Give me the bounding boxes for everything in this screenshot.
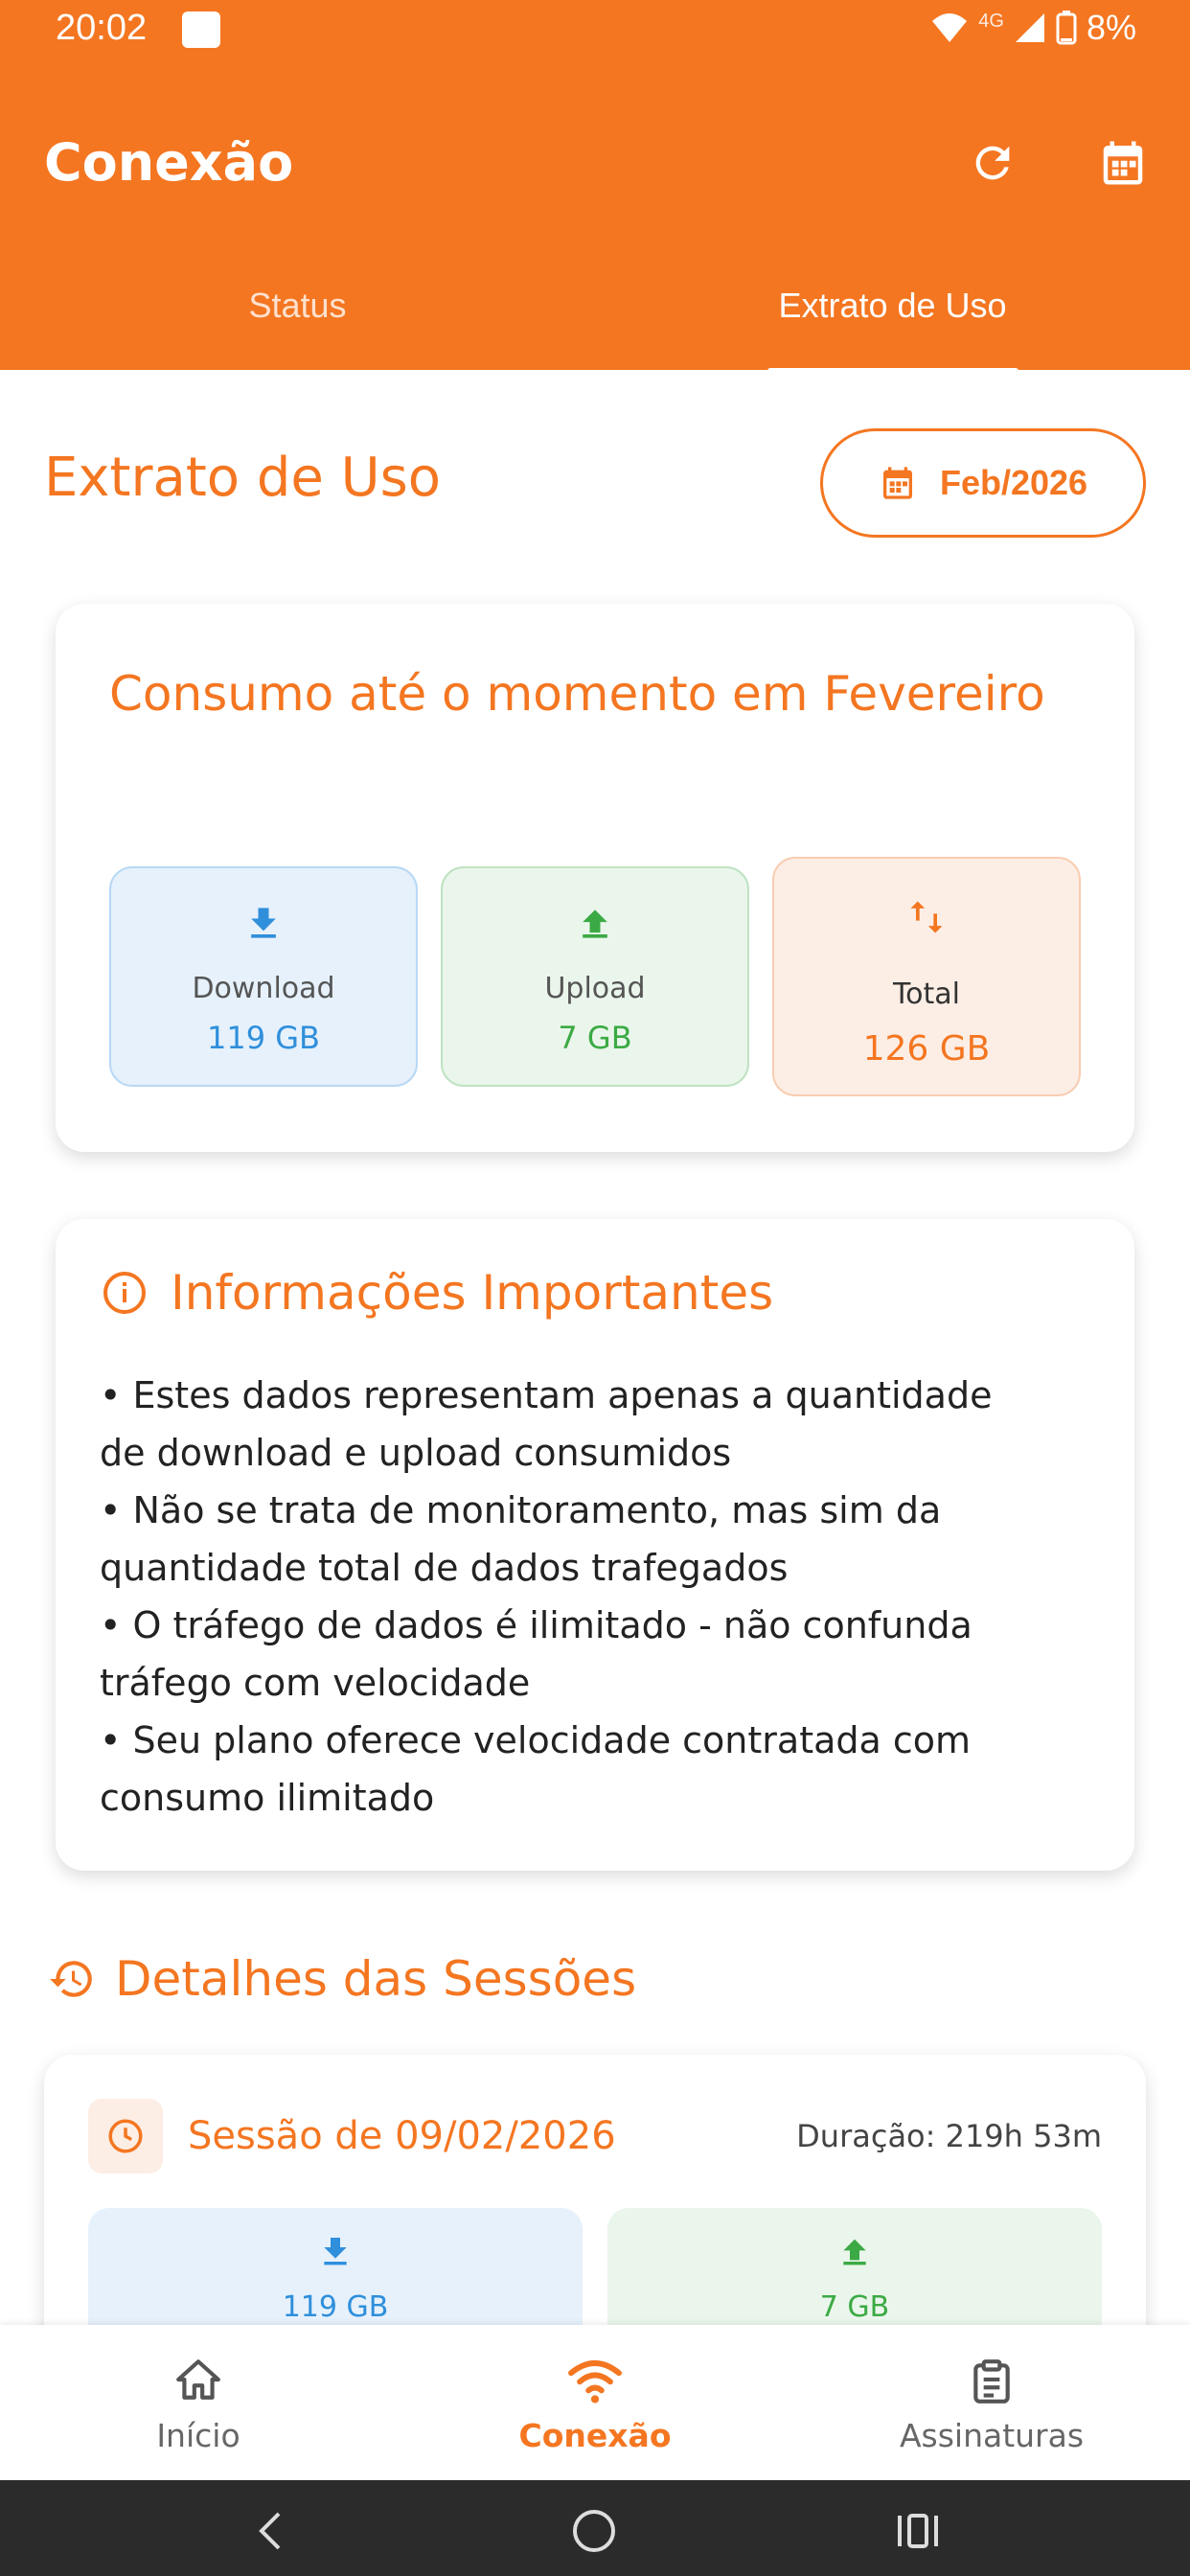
section-heading: Extrato de Uso [44,447,442,509]
recents-button[interactable] [889,2507,947,2555]
status-time: 20:02 [56,8,148,48]
session-upload-value: 7 GB [819,2290,890,2324]
upload-stat: Upload 7 GB [441,866,749,1087]
back-icon [259,2512,281,2550]
total-stat: Total 126 GB [772,857,1081,1096]
total-value: 126 GB [862,1029,991,1069]
download-stat: Download 119 GB [109,866,418,1087]
page-title: Conexão [44,132,294,193]
status-indicators: 4G 8% [930,8,1136,48]
sessions-title: Detalhes das Sessões [115,1951,637,2007]
calendar-icon [882,467,912,499]
wifi-icon [568,2360,622,2404]
download-label: Download [192,972,335,1005]
app-header: 20:02 4G 8% Conexão Status Extrato de Us… [0,0,1190,374]
nav-label-inicio: Início [156,2417,240,2454]
session-date: Sessão de 09/02/2026 [188,2114,616,2158]
status-bar: 20:02 4G 8% [0,0,1190,59]
download-icon [324,2238,347,2266]
calendar-icon [1103,141,1143,185]
info-header: Informações Importantes [102,1265,773,1321]
info-line: • O tráfego de dados é ilimitado - não c… [100,1604,973,1646]
back-button[interactable] [241,2507,299,2555]
consumption-card: Consumo até o momento em Fevereiro Downl… [56,604,1134,1152]
history-icon [50,1961,92,1997]
battery-level: 8% [1086,8,1136,47]
info-line: consumo ilimitado [100,1777,435,1819]
info-list: • Estes dados representam apenas a quant… [100,1367,1106,1827]
home-icon [176,2359,220,2400]
month-selector-button[interactable]: Feb/2026 [820,428,1146,538]
wifi-status-icon [932,13,968,42]
download-icon [251,908,276,938]
info-line: tráfego com velocidade [100,1662,531,1704]
tab-bar: Status Extrato de Uso [0,268,1190,374]
download-value: 119 GB [207,1020,320,1056]
home-button[interactable] [565,2507,623,2555]
info-icon [103,1272,146,1314]
upload-icon [583,909,607,938]
clipboard-icon [973,2359,1010,2404]
info-line: • Estes dados representam apenas a quant… [100,1374,993,1416]
info-title: Informações Importantes [171,1265,774,1321]
app-screen: 20:02 4G 8% Conexão Status Extrato de Us… [0,0,1190,2576]
refresh-button[interactable] [962,132,1023,194]
session-download-value: 119 GB [282,2290,389,2324]
info-line: • Seu plano oferece velocidade contratad… [100,1719,972,1761]
month-label: Feb/2026 [939,463,1088,502]
nav-item-conexao[interactable]: Conexão [397,2325,793,2480]
calendar-button[interactable] [1092,132,1154,194]
nav-item-inicio[interactable]: Início [0,2325,397,2480]
sessions-heading: Detalhes das Sessões [48,1951,636,2007]
upload-value: 7 GB [558,1020,632,1056]
tab-extrato-de-uso[interactable]: Extrato de Uso [595,268,1190,374]
signal-icon [1015,13,1044,42]
info-line: de download e upload consumidos [100,1432,732,1474]
session-duration: Duração: 219h 53m [796,2118,1102,2154]
swap-vertical-icon [910,901,943,933]
home-circle-icon [573,2510,615,2552]
bottom-navigation: Início Conexão Assinaturas [0,2325,1190,2480]
session-icon-box [88,2099,163,2174]
notification-icon [182,12,220,48]
network-type: 4G [978,10,1004,32]
clock-icon [108,2119,143,2153]
battery-icon [1056,11,1077,45]
upload-label: Upload [544,972,646,1005]
nav-item-assinaturas[interactable]: Assinaturas [793,2325,1190,2480]
info-line: • Não se trata de monitoramento, mas sim… [100,1489,942,1531]
refresh-icon [975,146,1010,180]
tab-status[interactable]: Status [0,268,595,370]
nav-label-conexao: Conexão [518,2417,672,2454]
system-navigation-bar [0,2480,1190,2576]
important-info-card: Informações Importantes • Estes dados re… [56,1219,1134,1871]
info-line: quantidade total de dados trafegados [100,1547,789,1589]
recents-icon [898,2514,938,2548]
total-label: Total [892,978,961,1011]
consumption-title: Consumo até o momento em Fevereiro [109,666,1045,722]
upload-icon [843,2239,866,2266]
nav-label-assinaturas: Assinaturas [899,2417,1085,2454]
